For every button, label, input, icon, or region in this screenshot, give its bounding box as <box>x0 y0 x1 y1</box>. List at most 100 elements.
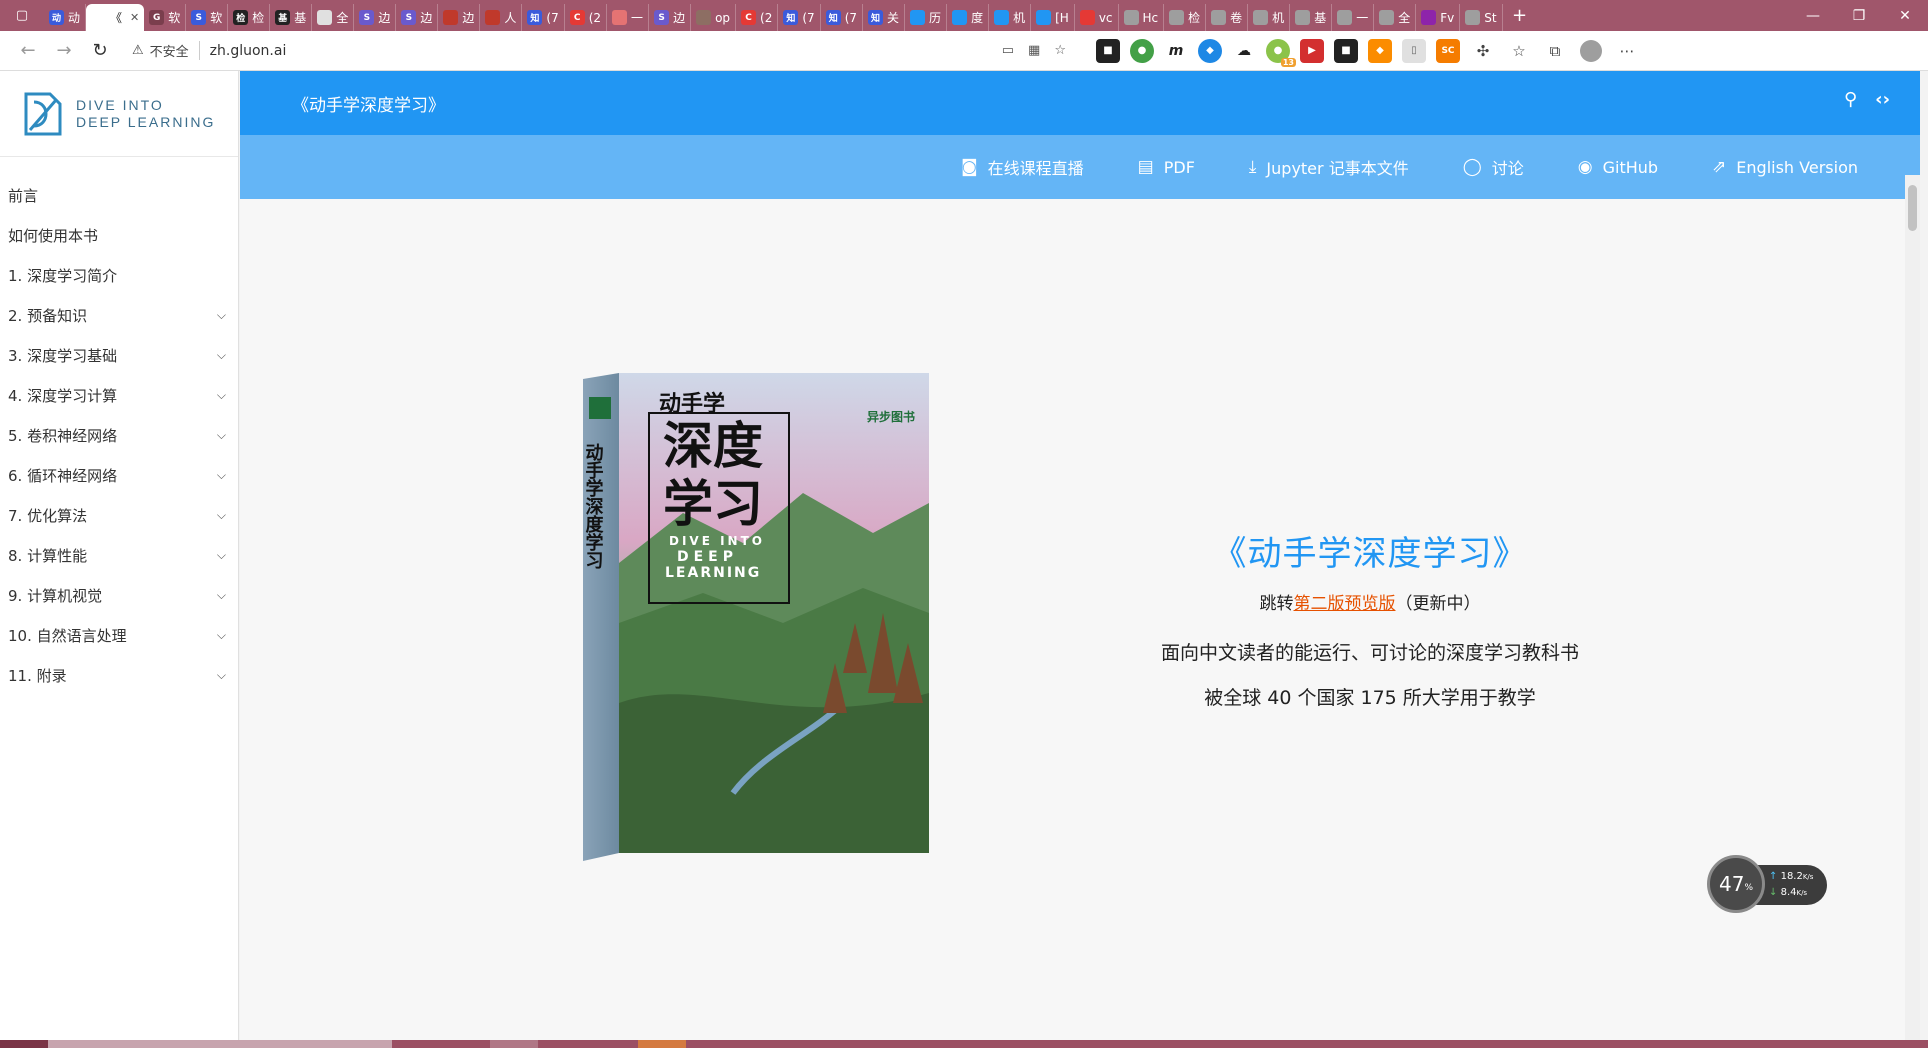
browser-tab[interactable]: 全 <box>1374 4 1417 31</box>
toc-item[interactable]: 9. 计算机视觉 ⌵ <box>0 575 238 615</box>
toc-item[interactable]: 2. 预备知识 ⌵ <box>0 295 238 335</box>
browser-tab[interactable]: 基 <box>1290 4 1333 31</box>
browser-tab[interactable]: 卷 <box>1206 4 1249 31</box>
toc-item[interactable]: 前言 <box>0 175 238 215</box>
extension-icon[interactable]: ■ <box>1334 38 1358 63</box>
browser-tab[interactable]: Hc <box>1119 4 1165 31</box>
extension-icon[interactable]: ● <box>1130 38 1154 63</box>
browser-tab[interactable]: 知 (7 <box>821 4 864 31</box>
browser-tab[interactable]: 机 <box>989 4 1032 31</box>
chevron-down-icon[interactable]: ⌵ <box>217 348 226 363</box>
puzzle-icon[interactable]: ✣ <box>1470 38 1496 64</box>
tab-close-icon[interactable]: ✕ <box>130 11 139 24</box>
collections-icon[interactable]: ⧉ <box>1542 38 1568 64</box>
browser-tab[interactable]: [H <box>1031 4 1075 31</box>
toc-item[interactable]: 10. 自然语言处理 ⌵ <box>0 615 238 655</box>
back-icon[interactable]: ← <box>10 33 46 69</box>
nav-link[interactable]: ▤ PDF <box>1138 157 1195 177</box>
browser-tab[interactable]: 人 <box>480 4 523 31</box>
toc-item[interactable]: 7. 优化算法 ⌵ <box>0 495 238 535</box>
browser-tab[interactable]: vc <box>1075 4 1119 31</box>
nav-link[interactable]: ⤓ Jupyter 记事本文件 <box>1249 155 1409 179</box>
browser-tab[interactable]: S边 <box>649 4 692 31</box>
browser-tab[interactable]: C (2 <box>565 4 608 31</box>
header-title[interactable]: 《动手学深度学习》 <box>292 91 445 116</box>
url-text[interactable]: zh.gluon.ai <box>210 43 287 59</box>
source-code-icon[interactable]: ‹› <box>1875 89 1890 110</box>
chevron-down-icon[interactable]: ⌵ <box>217 468 226 483</box>
restore-button[interactable]: ❐ <box>1836 0 1882 31</box>
favorite-star-icon[interactable]: ☆ <box>1054 43 1066 58</box>
browser-tab[interactable]: G软 <box>144 4 187 31</box>
extension-icon[interactable]: ◆ <box>1198 38 1222 63</box>
browser-tab[interactable]: S边 <box>354 4 397 31</box>
chevron-down-icon[interactable]: ⌵ <box>217 548 226 563</box>
toc-item[interactable]: 6. 循环神经网络 ⌵ <box>0 455 238 495</box>
browser-tab[interactable]: 基基 <box>270 4 313 31</box>
qr-icon[interactable]: ▦ <box>1028 43 1040 58</box>
toc-item[interactable]: 1. 深度学习简介 <box>0 255 238 295</box>
browser-tab[interactable]: 历 <box>905 4 948 31</box>
search-icon[interactable]: ⚲ <box>1844 89 1857 110</box>
scrollbar-thumb[interactable] <box>1908 185 1917 231</box>
chevron-down-icon[interactable]: ⌵ <box>217 508 226 523</box>
chevron-down-icon[interactable]: ⌵ <box>217 388 226 403</box>
browser-tab[interactable]: 度 <box>947 4 990 31</box>
fox-icon[interactable]: ◆ <box>1368 38 1392 63</box>
browser-tab[interactable]: op <box>691 4 737 31</box>
browser-tab[interactable]: 一 <box>1332 4 1375 31</box>
browser-tab[interactable]: Fv <box>1416 4 1461 31</box>
profile-avatar[interactable] <box>1578 38 1604 64</box>
chevron-down-icon[interactable]: ⌵ <box>217 428 226 443</box>
nav-link[interactable]: ◯ 讨论 <box>1463 155 1524 179</box>
browser-tab[interactable]: 机 <box>1248 4 1291 31</box>
browser-tab[interactable]: 知关 <box>863 4 906 31</box>
reload-icon[interactable]: ↻ <box>82 33 118 69</box>
browser-tab[interactable]: 一 <box>607 4 650 31</box>
address-bar[interactable]: ⚠ 不安全 zh.gluon.ai ▭ ▦ ☆ <box>124 35 1074 66</box>
minimize-button[interactable]: — <box>1790 0 1836 31</box>
nav-link[interactable]: ⇗ English Version <box>1712 157 1858 177</box>
nav-link[interactable]: ◉ GitHub <box>1578 157 1658 177</box>
browser-tab[interactable]: St <box>1460 4 1503 31</box>
toc-item[interactable]: 3. 深度学习基础 ⌵ <box>0 335 238 375</box>
forward-icon[interactable]: → <box>46 33 82 69</box>
browser-tab[interactable]: S软 <box>186 4 229 31</box>
toc-item[interactable]: 11. 附录 ⌵ <box>0 655 238 695</box>
browser-tab[interactable]: 知 (7 <box>522 4 565 31</box>
network-speed-widget[interactable]: 47% ↑ 18.2K/s ↓ 8.4K/s <box>1707 855 1827 913</box>
toc-item[interactable]: 8. 计算性能 ⌵ <box>0 535 238 575</box>
chevron-down-icon[interactable]: ⌵ <box>217 308 226 323</box>
nav-link[interactable]: ◙ 在线课程直播 <box>961 155 1084 179</box>
browser-tab[interactable]: 动动 <box>44 4 87 31</box>
page-scrollbar[interactable] <box>1905 175 1920 1040</box>
cloud-icon[interactable]: ☁ <box>1232 38 1256 63</box>
browser-tab[interactable]: 《 ✕ <box>86 4 145 31</box>
cast-icon[interactable]: ▭ <box>1002 43 1014 58</box>
toc-item[interactable]: 5. 卷积神经网络 ⌵ <box>0 415 238 455</box>
extension-sc-icon[interactable]: SC <box>1436 38 1460 63</box>
chevron-down-icon[interactable]: ⌵ <box>217 668 226 683</box>
extension-icon[interactable]: ■ <box>1096 38 1120 63</box>
browser-tab[interactable]: 知 (7 <box>778 4 821 31</box>
favorites-icon[interactable]: ☆ <box>1506 38 1532 64</box>
new-tab-button[interactable]: + <box>1503 0 1537 31</box>
browser-tab[interactable]: 检检 <box>228 4 271 31</box>
extension-icon[interactable]: ▯ <box>1402 38 1426 63</box>
chevron-down-icon[interactable]: ⌵ <box>217 588 226 603</box>
site-logo[interactable]: DIVE INTO DEEP LEARNING <box>0 71 238 157</box>
more-menu-icon[interactable]: ⋯ <box>1614 38 1640 64</box>
close-window-button[interactable]: ✕ <box>1882 0 1928 31</box>
browser-tab[interactable]: 检 <box>1164 4 1207 31</box>
second-edition-link[interactable]: 第二版预览版 <box>1294 594 1396 614</box>
chevron-down-icon[interactable]: ⌵ <box>217 628 226 643</box>
toc-item[interactable]: 4. 深度学习计算 ⌵ <box>0 375 238 415</box>
extension-icon[interactable]: ● 13 <box>1266 38 1296 67</box>
browser-tab[interactable]: C (2 <box>736 4 779 31</box>
youtube-icon[interactable]: ▶ <box>1300 38 1324 63</box>
browser-tab[interactable]: S边 <box>396 4 439 31</box>
toc-item[interactable]: 如何使用本书 <box>0 215 238 255</box>
browser-tab[interactable]: 全 <box>312 4 355 31</box>
browser-tab[interactable]: 边 <box>438 4 481 31</box>
extension-m-icon[interactable]: m <box>1164 38 1188 63</box>
